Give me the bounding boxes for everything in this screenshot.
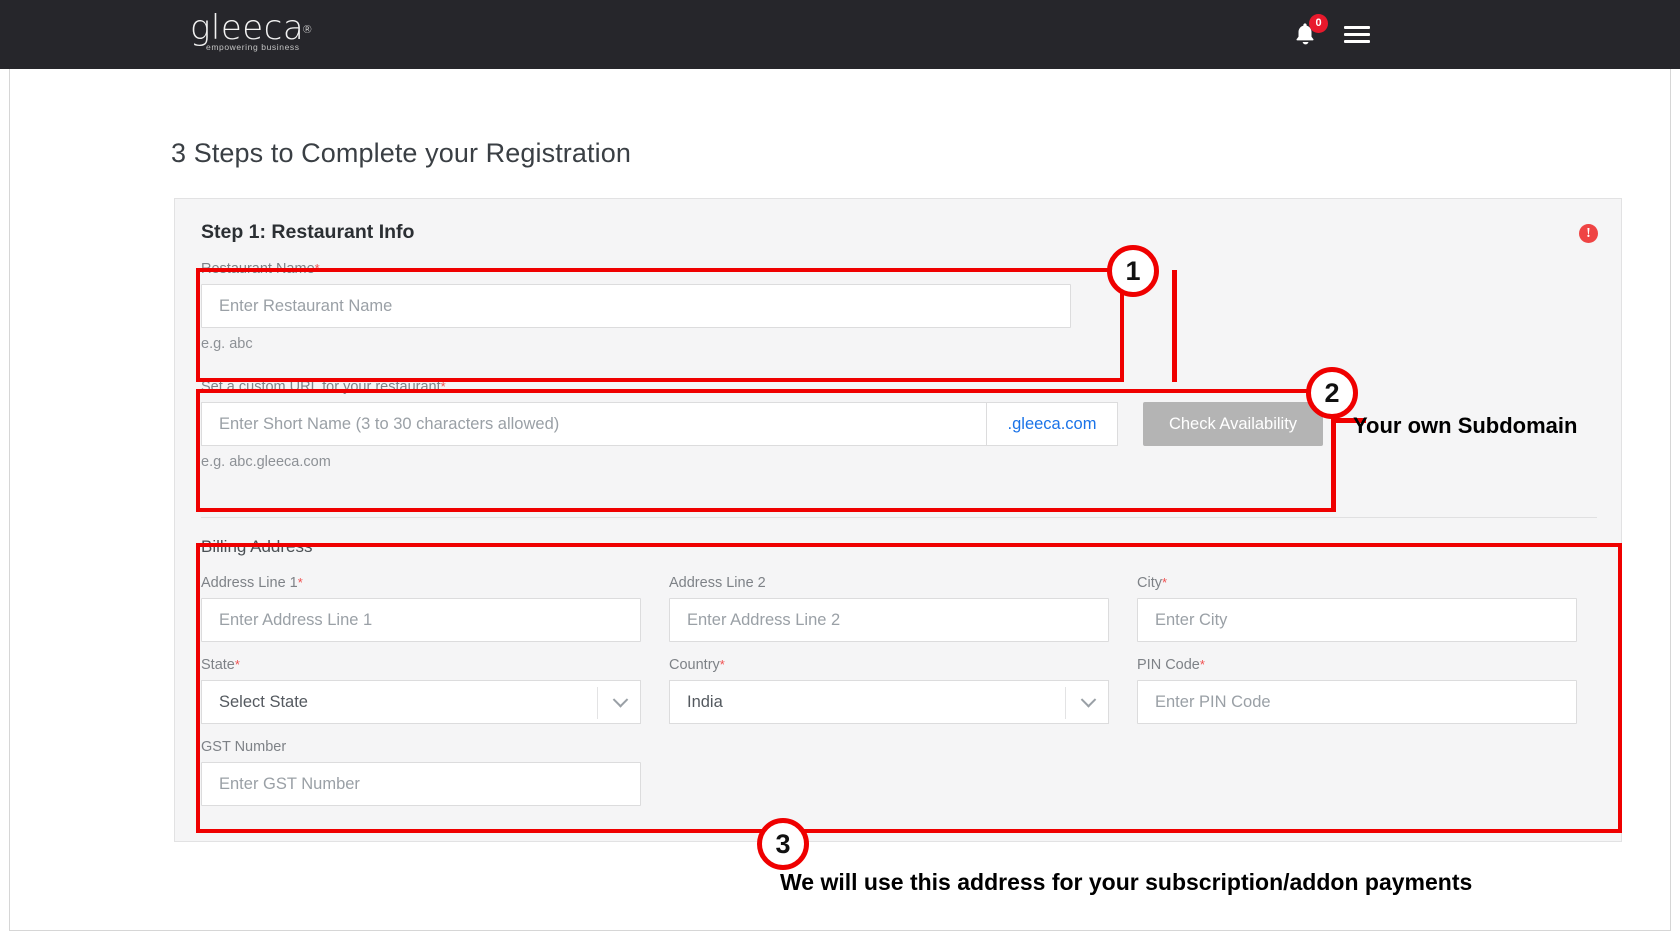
pin-code-input[interactable] xyxy=(1137,680,1577,724)
chevron-down-icon xyxy=(1080,692,1097,708)
check-availability-button[interactable]: Check Availability xyxy=(1143,402,1323,446)
custom-url-hint: e.g. abc.gleeca.com xyxy=(201,454,331,470)
notification-count-badge: 0 xyxy=(1309,13,1328,33)
annotation-text-billing: We will use this address for your subscr… xyxy=(780,869,1473,895)
country-field-group: Country* India xyxy=(669,657,1109,724)
annotation-callout-1: 1 xyxy=(1107,245,1159,297)
registered-trademark-icon: ® xyxy=(301,23,314,36)
restaurant-name-field-group: Restaurant Name* e.g. abc xyxy=(201,261,1071,352)
custom-url-input[interactable] xyxy=(201,402,986,446)
address-line-1-label: Address Line 1* xyxy=(201,575,303,591)
gst-number-field-group: GST Number xyxy=(201,739,641,806)
restaurant-name-input[interactable] xyxy=(201,284,1071,328)
step-1-card: Step 1: Restaurant Info ! Restaurant Nam… xyxy=(174,198,1622,842)
pin-code-field-group: PIN Code* xyxy=(1137,657,1577,724)
state-select[interactable]: Select State xyxy=(201,680,641,724)
annotation-callout-2: 2 xyxy=(1306,367,1358,419)
custom-url-label: Set a custom URL for your restaurant* xyxy=(201,379,446,395)
annotation-callout-3: 3 xyxy=(757,818,809,870)
required-asterisk: * xyxy=(1199,657,1205,672)
annotation-text-subdomain: Your own Subdomain xyxy=(1353,413,1578,438)
url-domain-suffix: .gleeca.com xyxy=(986,402,1118,446)
address-line-1-field-group: Address Line 1* xyxy=(201,575,641,642)
required-asterisk: * xyxy=(719,657,725,672)
select-separator xyxy=(1065,687,1066,719)
notifications-button[interactable]: 0 xyxy=(1292,13,1328,50)
required-asterisk: * xyxy=(440,379,446,394)
step-title: Step 1: Restaurant Info xyxy=(201,221,415,243)
error-alert-icon[interactable]: ! xyxy=(1579,224,1598,243)
required-asterisk: * xyxy=(1161,575,1168,590)
pin-code-label: PIN Code* xyxy=(1137,657,1205,673)
chevron-down-icon xyxy=(612,692,629,708)
section-divider xyxy=(201,517,1597,518)
brand-logo-text: gleeca xyxy=(190,8,305,48)
address-line-2-field-group: Address Line 2 xyxy=(669,575,1109,642)
city-field-group: City* xyxy=(1137,575,1577,642)
billing-address-section: Billing Address Address Line 1* Address … xyxy=(201,537,1597,806)
required-asterisk: * xyxy=(314,261,320,276)
custom-url-field-group: Set a custom URL for your restaurant* .g… xyxy=(201,379,1391,470)
address-line-1-input[interactable] xyxy=(201,598,641,642)
brand-logo[interactable]: gleeca ® empowering business xyxy=(190,8,313,52)
topbar-actions: 0 xyxy=(1292,0,1680,69)
restaurant-name-hint: e.g. abc xyxy=(201,336,253,352)
hamburger-menu-icon[interactable] xyxy=(1344,22,1370,47)
city-input[interactable] xyxy=(1137,598,1577,642)
restaurant-name-label: Restaurant Name* xyxy=(201,261,320,277)
app-page: gleeca ® empowering business 0 3 Steps t… xyxy=(0,0,1680,939)
city-label: City* xyxy=(1137,575,1168,591)
page-title: 3 Steps to Complete your Registration xyxy=(171,138,631,168)
gst-number-label: GST Number xyxy=(201,739,287,755)
country-selected-value: India xyxy=(687,692,723,711)
state-selected-value: Select State xyxy=(219,692,308,711)
required-asterisk: * xyxy=(297,575,303,590)
country-label: Country* xyxy=(669,657,725,673)
required-asterisk: * xyxy=(234,657,240,672)
gst-number-input[interactable] xyxy=(201,762,641,806)
billing-address-title: Billing Address xyxy=(201,537,313,556)
state-label: State* xyxy=(201,657,240,673)
select-separator xyxy=(597,687,598,719)
address-line-2-label: Address Line 2 xyxy=(669,575,766,591)
address-line-2-input[interactable] xyxy=(669,598,1109,642)
top-navigation-bar: gleeca ® empowering business 0 xyxy=(0,0,1680,69)
state-field-group: State* Select State xyxy=(201,657,641,724)
country-select[interactable]: India xyxy=(669,680,1109,724)
